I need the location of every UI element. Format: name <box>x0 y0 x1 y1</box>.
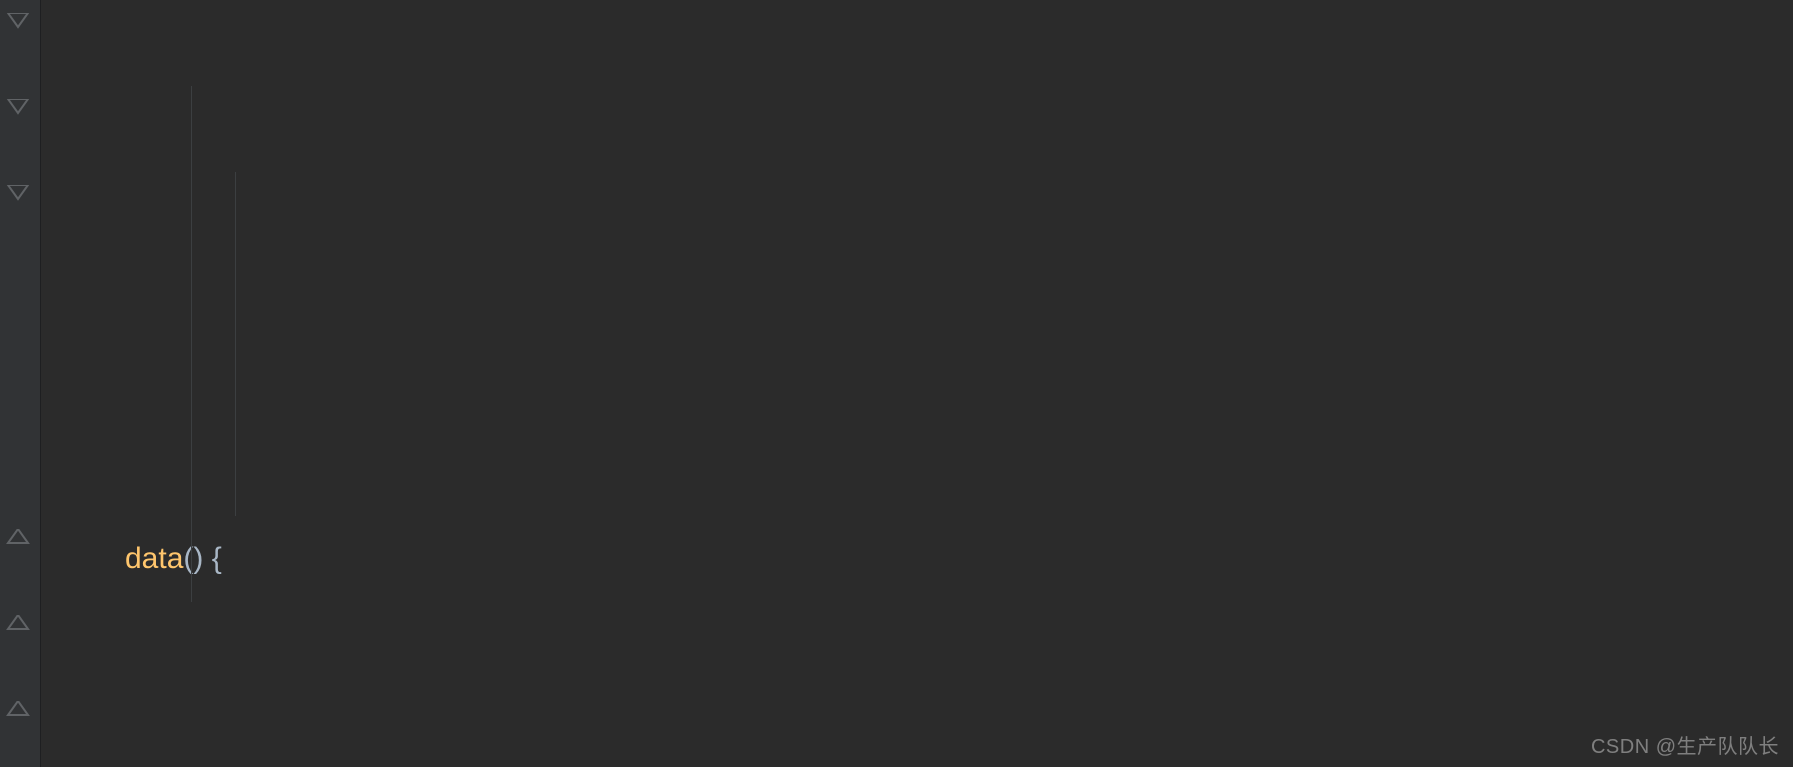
parentheses: () <box>183 542 203 575</box>
code-area[interactable]: data() { return { todos:[ {id:"001",titl… <box>125 0 1793 767</box>
code-line: data() { <box>125 516 1793 602</box>
fold-handle-icon[interactable] <box>0 12 36 32</box>
function-name: data <box>125 542 183 575</box>
fold-gutter <box>0 0 41 767</box>
indent-guide <box>191 86 192 602</box>
fold-handle-icon[interactable] <box>0 614 36 634</box>
code-editor[interactable]: data() { return { todos:[ {id:"001",titl… <box>0 0 1793 767</box>
fold-handle-icon[interactable] <box>0 528 36 548</box>
open-brace: { <box>203 542 221 575</box>
fold-handle-icon[interactable] <box>0 184 36 204</box>
indent-guide <box>235 172 236 516</box>
watermark-text: CSDN @生产队队长 <box>1591 730 1779 759</box>
fold-handle-icon[interactable] <box>0 700 36 720</box>
fold-handle-icon[interactable] <box>0 98 36 118</box>
gutter-margin <box>41 0 125 767</box>
